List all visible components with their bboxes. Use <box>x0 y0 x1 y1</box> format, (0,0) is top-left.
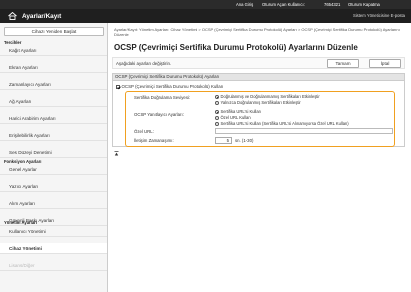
responder-option-fallback[interactable]: Sertifika URL'si Kullan (Sertifika URL's… <box>215 121 349 126</box>
restart-device-button[interactable]: Cihazı Yeniden Başlat <box>4 27 104 36</box>
custom-url-label: Özel URL: <box>134 129 154 134</box>
logged-in-user-id: 7654321 <box>324 2 341 7</box>
settings-home-icon[interactable] <box>8 12 17 20</box>
sidebar-item-device-management[interactable]: Cihaz Yönetimi <box>0 243 107 254</box>
verification-option-both[interactable]: Doğrulanmış ve Doğrulanmamış Sertifikala… <box>215 94 320 99</box>
sidebar-item-license-other[interactable]: Lisans/Diğer <box>0 260 107 271</box>
responder-option-cert-url[interactable]: Sertifika URL'si Kullan <box>215 109 261 114</box>
sidebar-item-network[interactable]: Ağ Ayarları <box>0 96 107 107</box>
responder-custom-url-radio[interactable] <box>215 115 219 120</box>
use-ocsp-checkbox[interactable] <box>116 84 120 89</box>
responder-cert-url-label: Sertifika URL'si Kullan <box>220 109 261 114</box>
main-content: Ayarlar/Kayıt: Yönetim Ayarları: Cihaz Y… <box>108 23 411 292</box>
responder-cert-url-radio[interactable] <box>215 109 219 114</box>
home-link[interactable]: Ana Giriş <box>236 2 253 7</box>
sidebar-item-printer[interactable]: Yazıcı Ayarları <box>0 181 107 192</box>
verification-both-radio[interactable] <box>215 94 219 99</box>
header: Ayarlar/Kayıt Sistem Yöneticisine E-post… <box>0 9 411 23</box>
sidebar-item-user-management[interactable]: Kullanıcı Yönetimi <box>0 226 107 237</box>
use-ocsp-row: OCSP (Çevrimiçi Sertifika Durumu Protoko… <box>116 84 223 89</box>
logout-link[interactable]: Oturum Kapatma <box>348 2 380 7</box>
email-admin-link[interactable]: Sistem Yöneticisine E-posta <box>353 13 405 18</box>
logged-in-user-label: Oturum Açan Kullanıcı: <box>262 2 305 7</box>
responder-custom-url-label: Özel URL Kullan <box>220 115 251 120</box>
sidebar-item-volume[interactable]: Ses Düzeyi Denetimi <box>0 147 107 158</box>
verification-verified-only-label: Yalnızca Doğrulanmış Sertifikaları Etkin… <box>220 100 301 105</box>
nav-section-management-settings: Yönetim Ayarları <box>4 220 37 225</box>
responder-option-custom-url[interactable]: Özel URL Kullan <box>215 115 251 120</box>
ocsp-settings-panel: OCSP (Çevrimiçi Sertifika Durumu Protoko… <box>112 73 405 147</box>
sidebar-item-timer[interactable]: Zamanlayıcı Ayarları <box>0 79 107 90</box>
verification-level-label: Sertifika Doğrulama Seviyesi: <box>134 95 191 100</box>
panel-title: OCSP (Çevrimiçi Sertifika Durumu Protoko… <box>113 74 404 81</box>
page-title: OCSP (Çevrimiçi Sertifika Durumu Protoko… <box>114 43 358 52</box>
timeout-unit: sn. (1-30) <box>235 138 254 143</box>
responder-settings-label: OCSP Yanıtlayıcı Ayarları: <box>134 112 184 117</box>
info-text: Aşağıdaki ayarları değiştirin. <box>116 61 172 66</box>
app-title: Ayarlar/Kayıt <box>22 13 62 20</box>
sidebar-item-common[interactable]: Genel Ayarlar <box>0 164 107 175</box>
responder-fallback-radio[interactable] <box>215 121 219 126</box>
sidebar-item-display[interactable]: Ekran Ayarları <box>0 62 107 73</box>
sidebar-item-accessibility[interactable]: Erişilebilirlik Ayarları <box>0 130 107 141</box>
timeout-label: İletişim Zamanaşımı: <box>134 138 174 143</box>
top-bar: Ana Giriş Oturum Açan Kullanıcı: 7654321… <box>0 0 411 9</box>
use-ocsp-label: OCSP (Çevrimiçi Sertifika Durumu Protoko… <box>121 84 224 89</box>
ok-button[interactable]: Tamam <box>327 59 359 68</box>
verification-both-label: Doğrulanmış ve Doğrulanmamış Sertifikala… <box>220 94 320 99</box>
verification-option-verified-only[interactable]: Yalnızca Doğrulanmış Sertifikaları Etkin… <box>215 100 301 105</box>
sidebar-item-external-interface[interactable]: Harici Arabirim Ayarları <box>0 113 107 124</box>
sidebar: Cihazı Yeniden Başlat Tercihler Kağıt Ay… <box>0 23 108 292</box>
breadcrumb: Ayarlar/Kayıt: Yönetim Ayarları: Cihaz Y… <box>114 27 400 38</box>
timeout-input[interactable]: 5 <box>215 137 232 144</box>
action-bar: Aşağıdaki ayarları değiştirin. Tamam İpt… <box>112 57 405 69</box>
ocsp-options-group: Sertifika Doğrulama Seviyesi: Doğrulanmı… <box>125 91 395 147</box>
sidebar-item-receive[interactable]: Alım Ayarları <box>0 198 107 209</box>
responder-fallback-label: Sertifika URL'si Kullan (Sertifika URL's… <box>220 121 349 126</box>
back-to-top-icon[interactable] <box>114 151 119 156</box>
verification-verified-only-radio[interactable] <box>215 100 219 105</box>
cancel-button[interactable]: İptal <box>369 59 401 68</box>
custom-url-input[interactable] <box>215 128 393 134</box>
sidebar-item-paper[interactable]: Kağıt Ayarları <box>0 45 107 56</box>
